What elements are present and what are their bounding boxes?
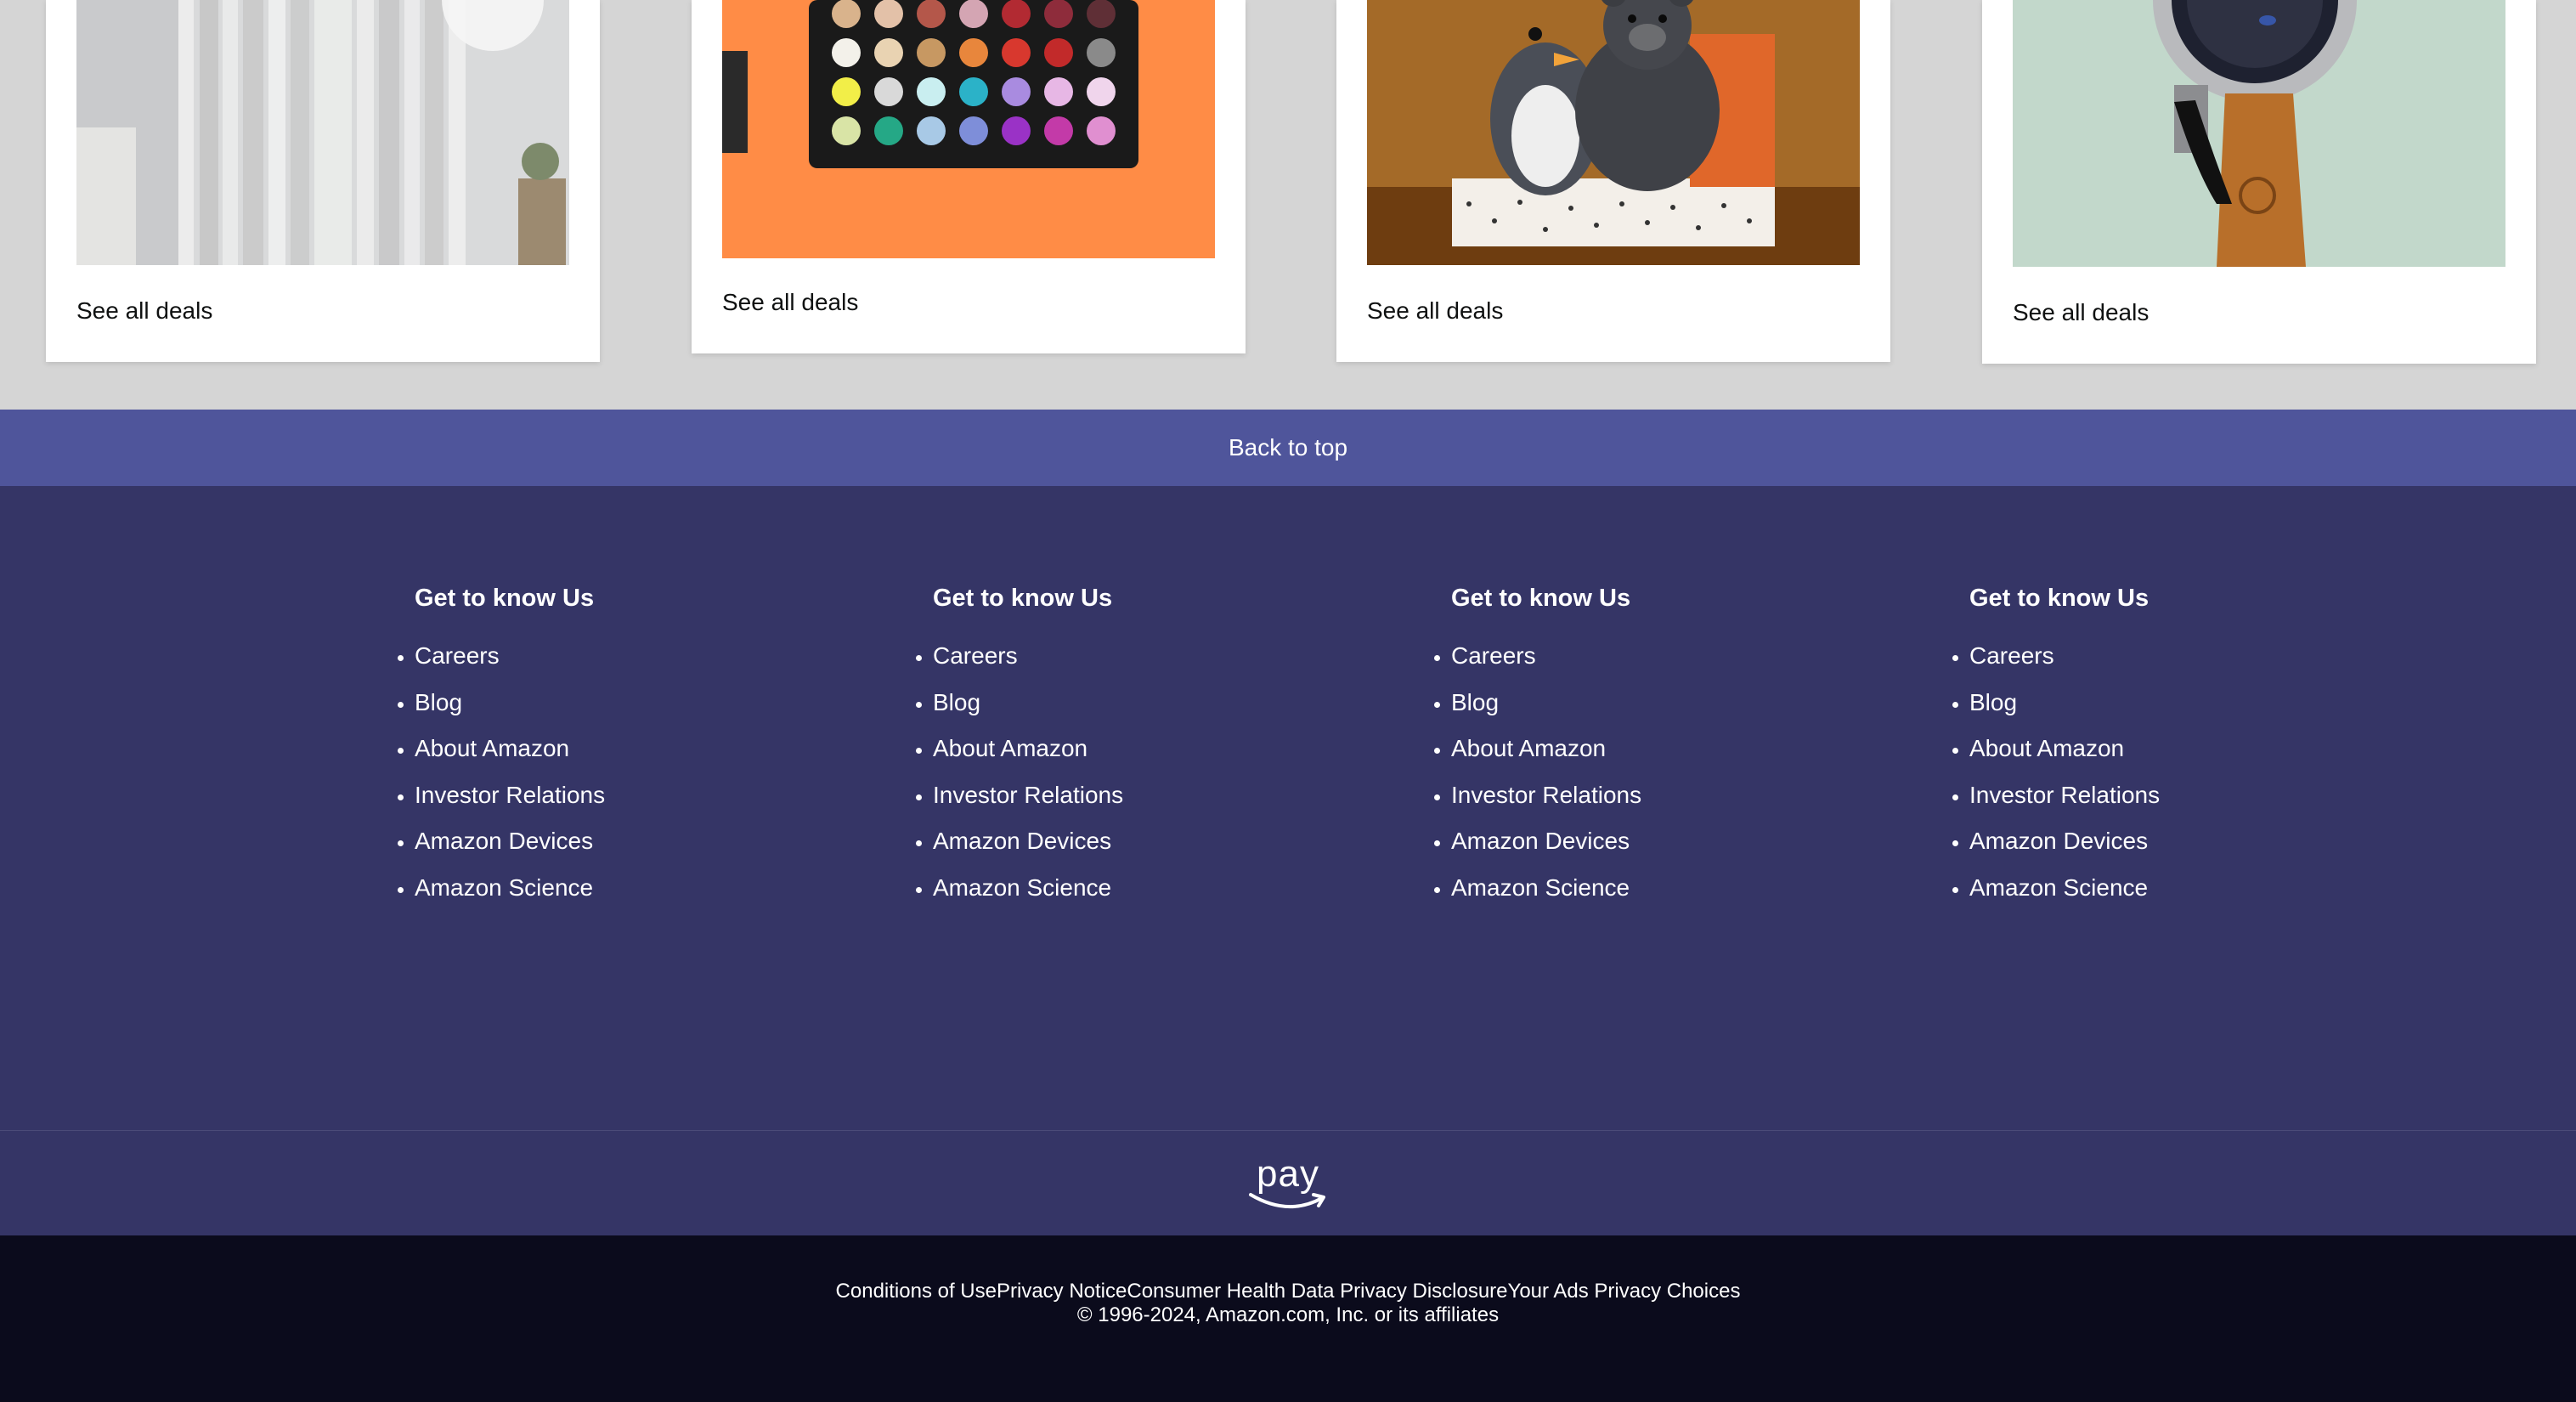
footer-link-blog[interactable]: Blog [1969, 680, 2309, 726]
footer-link-about-amazon[interactable]: About Amazon [933, 726, 1273, 772]
footer-link-investor-relations[interactable]: Investor Relations [1969, 772, 2309, 819]
conditions-of-use-link[interactable]: Conditions of Use [836, 1280, 997, 1303]
footer-link-amazon-devices[interactable]: Amazon Devices [415, 818, 754, 865]
plush-toys-image[interactable] [1367, 0, 1860, 265]
plush-toys-illustration [1367, 0, 1860, 265]
footer-link-blog[interactable]: Blog [1451, 680, 1791, 726]
footer-link-about-amazon[interactable]: About Amazon [1969, 726, 2309, 772]
smile-arrow-icon [1249, 1192, 1325, 1208]
privacy-notice-link[interactable]: Privacy Notice [997, 1280, 1127, 1303]
footer-link-blog[interactable]: Blog [415, 680, 754, 726]
footer-link-amazon-devices[interactable]: Amazon Devices [1451, 818, 1791, 865]
footer-link-amazon-science[interactable]: Amazon Science [415, 865, 754, 912]
eyeshadow-palette-illustration [722, 0, 1215, 258]
deals-section: See all deals See all deals See all deal… [0, 0, 2576, 410]
footer-link-list: Careers Blog About Amazon Investor Relat… [1451, 633, 1791, 911]
wristwatch-illustration [2013, 0, 2505, 267]
pay-logo-text: pay [1257, 1152, 1319, 1195]
footer-column-heading: Get to know Us [933, 585, 1113, 612]
footer-link-amazon-devices[interactable]: Amazon Devices [933, 818, 1273, 865]
footer-column: Get to know Us Careers Blog About Amazon… [933, 585, 1273, 911]
footer-link-about-amazon[interactable]: About Amazon [415, 726, 754, 772]
curtains-illustration [76, 0, 569, 265]
footer-column: Get to know Us Careers Blog About Amazon… [415, 585, 754, 911]
footer-column: Get to know Us Careers Blog About Amazon… [1451, 585, 1791, 911]
consumer-health-data-link[interactable]: Consumer Health Data Privacy Disclosure [1127, 1280, 1507, 1303]
eyeshadow-palette-image[interactable] [722, 0, 1215, 258]
footer-column: Get to know Us Careers Blog About Amazon… [1969, 585, 2309, 911]
footer-link-list: Careers Blog About Amazon Investor Relat… [1969, 633, 2309, 911]
footer-link-amazon-science[interactable]: Amazon Science [933, 865, 1273, 912]
see-all-deals-link[interactable]: See all deals [2013, 299, 2149, 326]
see-all-deals-link[interactable]: See all deals [76, 297, 212, 325]
footer-link-about-amazon[interactable]: About Amazon [1451, 726, 1791, 772]
amazon-pay-strip: pay [0, 1130, 2576, 1235]
footer-link-list: Careers Blog About Amazon Investor Relat… [415, 633, 754, 911]
ads-privacy-choices-link[interactable]: Your Ads Privacy Choices [1508, 1280, 1741, 1303]
footer-column-heading: Get to know Us [415, 585, 595, 612]
footer-link-investor-relations[interactable]: Investor Relations [415, 772, 754, 819]
footer-link-careers[interactable]: Careers [415, 633, 754, 680]
footer-link-investor-relations[interactable]: Investor Relations [933, 772, 1273, 819]
footer-link-investor-relations[interactable]: Investor Relations [1451, 772, 1791, 819]
footer-link-careers[interactable]: Careers [1451, 633, 1791, 680]
deal-card[interactable]: See all deals [1982, 0, 2536, 364]
footer-column-heading: Get to know Us [1969, 585, 2149, 612]
footer-link-amazon-science[interactable]: Amazon Science [1969, 865, 2309, 912]
footer-link-careers[interactable]: Careers [1969, 633, 2309, 680]
footer-link-careers[interactable]: Careers [933, 633, 1273, 680]
footer-link-list: Careers Blog About Amazon Investor Relat… [933, 633, 1273, 911]
see-all-deals-link[interactable]: See all deals [1367, 297, 1503, 325]
legal-footer: Conditions of UsePrivacy NoticeConsumer … [0, 1235, 2576, 1402]
deal-card[interactable]: See all deals [1336, 0, 1890, 362]
footer-nav: Get to know Us Careers Blog About Amazon… [0, 486, 2576, 1130]
amazon-pay-logo[interactable]: pay [1249, 1152, 1327, 1210]
footer-link-amazon-devices[interactable]: Amazon Devices [1969, 818, 2309, 865]
footer-link-blog[interactable]: Blog [933, 680, 1273, 726]
back-to-top-button[interactable]: Back to top [0, 410, 2576, 486]
deal-card[interactable]: See all deals [46, 0, 600, 362]
see-all-deals-link[interactable]: See all deals [722, 289, 858, 316]
footer-link-amazon-science[interactable]: Amazon Science [1451, 865, 1791, 912]
legal-links: Conditions of UsePrivacy NoticeConsumer … [0, 1280, 2576, 1303]
curtains-image[interactable] [76, 0, 569, 265]
deal-card[interactable]: See all deals [692, 0, 1246, 353]
footer-column-heading: Get to know Us [1451, 585, 1631, 612]
copyright-text: © 1996-2024, Amazon.com, Inc. or its aff… [1076, 1303, 1500, 1326]
wristwatch-image[interactable] [2013, 0, 2505, 267]
